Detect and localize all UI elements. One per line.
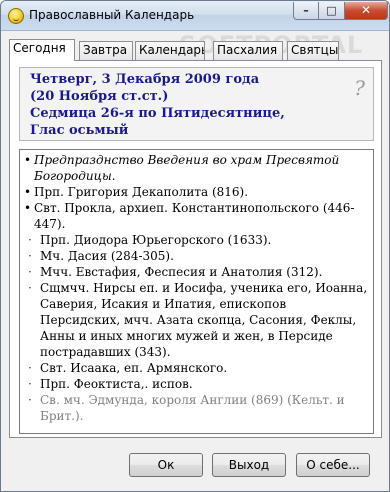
close-button[interactable]: ✕: [345, 2, 388, 20]
saint-text: Мч. Дасия (284-305).: [40, 249, 174, 263]
saint-text: Прп. Диодора Юрьегорского (1633).: [40, 233, 272, 247]
app-window: Православный Календарь – □ ✕ SOFTPORTAL …: [0, 0, 390, 492]
date-header: Четверг, 3 Декабря 2009 года (20 Ноября …: [19, 67, 374, 141]
bullet-icon: ·: [28, 249, 32, 263]
list-item: · Свт. Исаака, еп. Армянского.: [20, 360, 373, 376]
saint-text: Свт. Исаака, еп. Армянского.: [40, 361, 228, 375]
tab-panel-today: Четверг, 3 Декабря 2009 года (20 Ноября …: [9, 60, 382, 438]
tab-today[interactable]: Сегодня: [9, 39, 75, 61]
maximize-button[interactable]: □: [319, 2, 345, 20]
list-item: · Прп. Диодора Юрьегорского (1633).: [20, 232, 373, 248]
ok-button[interactable]: Ок: [129, 453, 203, 477]
list-item: • Прп. Григория Декаполита (816).: [20, 184, 373, 200]
bullet-icon: ·: [28, 361, 32, 375]
old-style-date: (20 Ноября ст.ст.): [30, 89, 169, 104]
minimize-icon: –: [303, 4, 309, 17]
bullet-icon: •: [24, 185, 32, 199]
list-item: · Св. мч. Эдмунда, короля Англии (869) (К…: [20, 392, 373, 424]
tab-calendar[interactable]: Календарь: [135, 41, 205, 60]
about-button[interactable]: О себе...: [296, 453, 370, 477]
list-item: • Свт. Прокла, архиеп. Константинопольско…: [20, 200, 373, 232]
saint-text: Свт. Прокла, архиеп. Константинопольског…: [34, 201, 355, 231]
tab-tomorrow[interactable]: Завтра: [79, 41, 133, 60]
maximize-icon: □: [326, 4, 337, 17]
close-icon: ✕: [360, 3, 372, 17]
saints-list[interactable]: • Предпразднство Введения во храм Пресвят…: [19, 149, 374, 434]
saints-list-content: • Предпразднство Введения во храм Пресвят…: [20, 152, 373, 424]
bullet-icon: ·: [28, 281, 32, 295]
bullet-icon: •: [24, 153, 32, 167]
saint-text: Сщмчч. Нирсы еп. и Иосифа, ученика его, …: [40, 281, 368, 359]
saint-text: Прп. Феоктиста,. испов.: [40, 377, 193, 391]
week-info: Седмица 26-я по Пятидесятнице,: [30, 106, 285, 121]
bullet-icon: ·: [28, 393, 32, 407]
tab-paschalion[interactable]: Пасхалия: [213, 41, 283, 60]
bullet-icon: ·: [28, 377, 32, 391]
minimize-button[interactable]: –: [293, 2, 319, 20]
help-icon[interactable]: ?: [354, 76, 365, 100]
exit-button[interactable]: Выход: [212, 453, 286, 477]
list-item: · Сщмчч. Нирсы еп. и Иосифа, ученика его,…: [20, 280, 373, 360]
saint-text: Прп. Григория Декаполита (816).: [34, 185, 249, 199]
bullet-icon: ·: [28, 265, 32, 279]
list-item: · Прп. Феоктиста,. испов.: [20, 376, 373, 392]
list-item: · Мч. Дасия (284-305).: [20, 248, 373, 264]
bullet-icon: •: [24, 201, 32, 215]
smiley-icon: [8, 8, 24, 24]
bullet-icon: ·: [28, 233, 32, 247]
window-title: Православный Календарь: [29, 8, 195, 22]
tab-saints[interactable]: Святцы: [287, 41, 339, 60]
tone-info: Глас осьмый: [30, 123, 129, 138]
list-item: • Предпразднство Введения во храм Пресвят…: [20, 152, 373, 184]
list-item: · Мчч. Евстафия, Феспесия и Анатолия (312…: [20, 264, 373, 280]
saint-text: Мчч. Евстафия, Феспесия и Анатолия (312)…: [40, 265, 323, 279]
title-bar[interactable]: Православный Календарь – □ ✕: [1, 1, 389, 31]
date-lines: Четверг, 3 Декабря 2009 года (20 Ноября …: [30, 71, 350, 139]
saint-text: Предпразднство Введения во храм Пресвято…: [34, 153, 340, 183]
tab-strip: Сегодня Завтра Календарь Пасхалия Святцы: [9, 39, 381, 61]
date-line: Четверг, 3 Декабря 2009 года: [30, 72, 260, 87]
saint-text: Св. мч. Эдмунда, короля Англии (869) (Ке…: [40, 393, 345, 423]
